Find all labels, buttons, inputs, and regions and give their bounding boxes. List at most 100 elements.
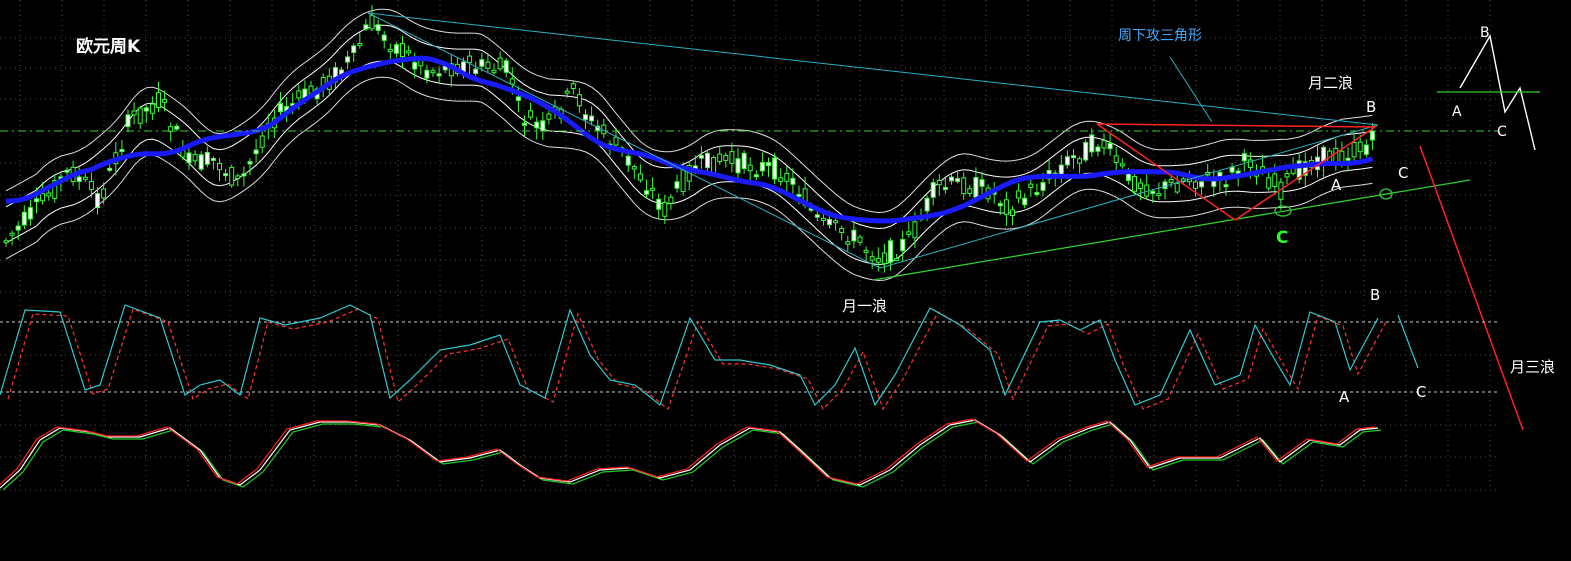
candle-body — [820, 217, 826, 221]
label-c-price: C — [1398, 164, 1408, 182]
candle-body — [406, 50, 412, 54]
sketch-label-b: B — [1480, 25, 1490, 41]
candle-body — [259, 135, 265, 148]
candle-body — [143, 107, 149, 112]
candle-body — [40, 193, 46, 202]
candle-body — [753, 174, 759, 178]
candle-body — [235, 175, 241, 179]
candle-body — [497, 57, 503, 70]
candle-body — [101, 188, 107, 199]
candle-body — [1369, 130, 1375, 141]
candle-body — [961, 177, 967, 195]
candle-body — [82, 176, 88, 180]
candle-body — [589, 115, 595, 122]
candle-body — [833, 220, 839, 224]
candle-body — [95, 193, 100, 209]
candle-body — [570, 83, 576, 89]
label-b-price: B — [1366, 98, 1376, 116]
candle-body — [564, 90, 570, 94]
candle-body — [351, 45, 357, 54]
candle-body — [705, 152, 710, 169]
candle-body — [400, 43, 405, 58]
candle-body — [412, 61, 418, 70]
candle-body — [698, 154, 704, 159]
candle-body — [369, 15, 375, 30]
candle-body — [863, 249, 869, 253]
candle-body — [149, 103, 155, 114]
candle-body — [924, 197, 930, 212]
candle-body — [393, 44, 399, 54]
candle-body — [1229, 166, 1235, 173]
chart-title: 欧元周K — [76, 36, 141, 57]
candle-body — [906, 231, 912, 235]
candle-body — [790, 177, 796, 185]
candle-body — [363, 24, 369, 30]
candle-body — [125, 114, 131, 128]
candle-body — [522, 122, 527, 126]
candle-body — [759, 162, 765, 172]
candle-body — [107, 167, 113, 171]
candle-body — [473, 68, 479, 74]
candle-body — [21, 211, 27, 226]
candle-body — [198, 154, 204, 170]
sketch-label-a: A — [1452, 104, 1462, 120]
candle-body — [131, 110, 137, 116]
candle-body — [34, 198, 39, 203]
candle-body — [223, 173, 229, 177]
candle-body — [942, 186, 948, 190]
osc-label-c: C — [1416, 383, 1426, 401]
candle-body — [729, 151, 735, 164]
candle-body — [637, 173, 643, 181]
candle-body — [509, 78, 515, 85]
candle-body — [485, 61, 491, 69]
candle-body — [680, 169, 686, 193]
candle-body — [1266, 177, 1272, 189]
candle-body — [156, 92, 161, 108]
candle-body — [1272, 173, 1278, 188]
candle-body — [900, 239, 906, 252]
candle-body — [64, 169, 70, 173]
candle-body — [1089, 134, 1095, 153]
candle-body — [576, 94, 582, 107]
candle-body — [674, 181, 680, 189]
candle-body — [1174, 182, 1180, 193]
candle-body — [1071, 155, 1076, 159]
candle-body — [1132, 175, 1137, 193]
candle-body — [204, 151, 210, 165]
label-a-price: A — [1331, 176, 1342, 194]
candle-body — [430, 70, 436, 74]
candle-body — [345, 56, 351, 63]
candle-body — [241, 173, 247, 177]
osc-label-a: A — [1339, 388, 1350, 406]
candle-body — [881, 252, 887, 265]
candle-body — [1351, 141, 1357, 158]
candle-body — [827, 218, 832, 226]
candle-body — [1022, 197, 1028, 206]
candle-body — [668, 196, 674, 204]
candle-body — [778, 177, 784, 182]
candle-body — [381, 34, 387, 41]
candle-body — [174, 125, 180, 130]
candle-body — [735, 158, 741, 174]
candle-body — [162, 99, 168, 103]
candle-body — [137, 107, 143, 124]
candle-body — [424, 69, 430, 79]
candle-body — [515, 96, 521, 101]
candle-body — [15, 225, 21, 231]
candle-body — [217, 162, 222, 171]
candle-body — [631, 166, 637, 170]
candle-body — [766, 162, 771, 167]
candle-body — [229, 166, 235, 186]
candle-body — [186, 152, 192, 164]
candle-body — [528, 110, 534, 118]
candle-body — [845, 241, 851, 245]
wave1-label: 月一浪 — [842, 297, 887, 315]
candle-body — [711, 157, 717, 174]
candle-body — [997, 203, 1003, 207]
candle-body — [278, 103, 283, 113]
candle-body — [119, 149, 125, 153]
candle-body — [583, 114, 588, 121]
candle-body — [1193, 181, 1198, 189]
candle-body — [1003, 199, 1009, 215]
candle-body — [851, 229, 857, 242]
